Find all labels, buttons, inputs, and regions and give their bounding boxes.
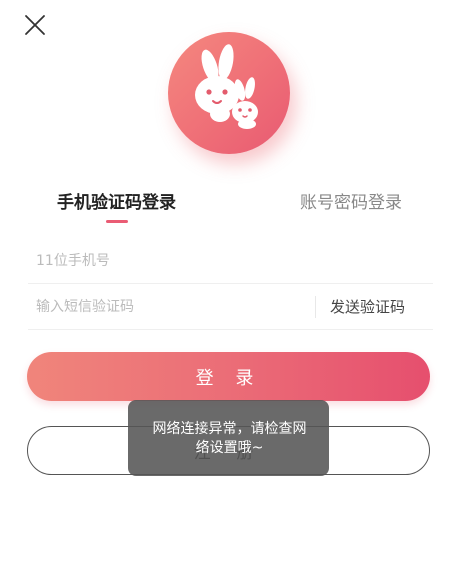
login-tabs: 手机验证码登录 账号密码登录: [0, 188, 455, 228]
app-logo: [168, 32, 290, 154]
close-icon[interactable]: [20, 10, 50, 40]
tab-sms-login[interactable]: 手机验证码登录: [57, 188, 176, 213]
login-button[interactable]: 登 录: [27, 352, 430, 401]
phone-input[interactable]: [36, 248, 306, 274]
phone-field: [28, 238, 433, 284]
send-code-button[interactable]: 发送验证码: [330, 296, 405, 317]
rabbit-logo-icon: [195, 44, 258, 129]
sms-code-input[interactable]: [36, 294, 306, 320]
network-error-toast: 网络连接异常，请检查网络设置哦~: [128, 400, 329, 476]
divider: [315, 296, 316, 318]
active-tab-indicator: [106, 220, 128, 223]
tab-password-login[interactable]: 账号密码登录: [300, 188, 402, 213]
code-field: 发送验证码: [28, 284, 433, 330]
close-button[interactable]: [20, 10, 50, 40]
